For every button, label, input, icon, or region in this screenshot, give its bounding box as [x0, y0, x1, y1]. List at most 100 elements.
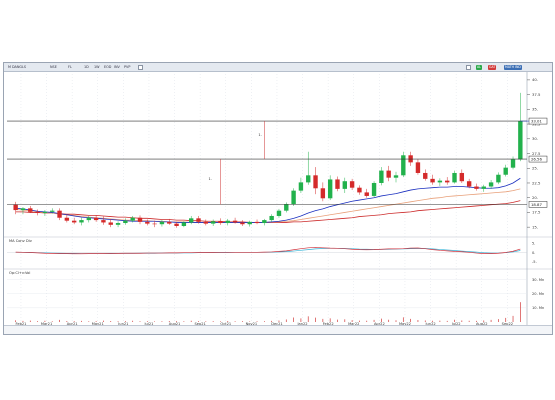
candle-body: [57, 210, 62, 218]
candle-body: [152, 223, 157, 225]
candle-body: [137, 217, 143, 222]
candle-body: [335, 179, 340, 189]
candle-body: [474, 186, 479, 189]
grid-layer: [4, 72, 552, 325]
status-bar: [4, 325, 552, 334]
candle-body: [203, 221, 209, 224]
candle-body: [71, 220, 77, 223]
candles-layer: [13, 92, 523, 228]
ma-long-line: [15, 200, 521, 223]
candle-body: [20, 208, 26, 211]
candle-body: [510, 159, 516, 168]
candle-body: [379, 170, 384, 183]
candle-body: [115, 223, 121, 225]
oscillator-tick-label: -5.: [532, 260, 537, 264]
candle-body: [101, 220, 106, 223]
candle-body: [276, 210, 282, 216]
candle-body: [503, 167, 508, 175]
annotation-label: 1.: [258, 133, 261, 137]
settings-icon[interactable]: [466, 65, 471, 70]
candle-body: [496, 174, 501, 183]
ma-fast-line: [15, 177, 521, 223]
toolbar-opt-1[interactable]: 1D: [84, 63, 89, 72]
volume-tick-label: 10. Mn: [532, 306, 544, 310]
oscillator-main-line: [15, 247, 521, 255]
candle-body: [79, 220, 84, 223]
candle-body: [210, 221, 216, 224]
candle-body: [181, 222, 187, 226]
badge-math-ind[interactable]: MATH IND: [504, 65, 522, 70]
oscillator-tick-label: 5.: [532, 242, 535, 246]
price-tick-label: 25.: [532, 166, 538, 171]
candle-body: [306, 175, 311, 183]
annotation-label: 1.: [208, 177, 211, 181]
badge-al[interactable]: AL: [476, 65, 482, 70]
candle-body: [342, 181, 347, 189]
exchange-label[interactable]: NSE: [50, 63, 57, 72]
candle-body: [284, 204, 289, 211]
ma-slow-line: [15, 188, 521, 223]
toolbar-opt-4[interactable]: INV: [114, 63, 120, 72]
candle-body: [196, 218, 201, 222]
candle-body: [298, 182, 304, 191]
candle-body: [174, 223, 179, 226]
candle-body: [50, 210, 55, 212]
candle-body: [445, 180, 450, 183]
candle-body: [452, 172, 457, 183]
toolbar-opt-5[interactable]: PVP: [124, 63, 130, 72]
moving-averages: [15, 177, 521, 223]
oscillator-tick-label: 0.: [532, 251, 535, 255]
candle-body: [371, 182, 377, 196]
dropdown-icon[interactable]: [138, 65, 143, 70]
candle-body: [28, 208, 33, 212]
candle-body: [13, 204, 18, 211]
candle-body: [327, 179, 333, 199]
candle-body: [488, 182, 494, 187]
candle-body: [123, 220, 128, 224]
candle-body: [254, 221, 260, 224]
level-label: 33.01: [531, 118, 542, 123]
price-tick-label: 37.5: [532, 92, 541, 97]
toolbar-opt-2[interactable]: 1W: [94, 63, 100, 72]
candle-body: [364, 192, 369, 196]
candle-body: [415, 162, 421, 173]
candle-body: [320, 188, 326, 199]
level-label: 26.56: [531, 156, 542, 161]
candle-body: [42, 211, 48, 214]
price-tick-label: 17.5: [532, 210, 541, 215]
price-tick-label: 30.: [532, 136, 538, 141]
candle-body: [145, 221, 150, 224]
badge-gat[interactable]: GAT: [488, 65, 497, 70]
toolbar-opt-3[interactable]: EOD: [104, 63, 111, 72]
candle-body: [167, 221, 172, 224]
volume-panel: Op:Cl+v:Vol 30. Mn 20. Mn 10. Mn: [7, 271, 544, 322]
price-tick-label: 15.: [532, 224, 538, 229]
candle-body: [247, 221, 252, 225]
price-tick-label: 27.5: [532, 151, 541, 156]
candle-body: [269, 215, 274, 221]
candle-body: [349, 181, 355, 188]
level-label: 18.87: [531, 202, 542, 207]
candle-body: [189, 218, 194, 223]
price-chart[interactable]: MA Conv Div 5. 0. -5. Op:Cl+v:Vol 30. Mn 20. …: [4, 72, 552, 325]
volume-tick-label: 20. Mn: [532, 292, 544, 296]
candle-body: [35, 211, 40, 214]
candle-body: [357, 187, 362, 193]
candle-body: [225, 220, 230, 224]
timeframe-label[interactable]: FL: [68, 63, 72, 72]
volume-tick-label: 30. Mn: [532, 278, 544, 282]
candle-body: [240, 222, 245, 225]
candle-body: [481, 186, 486, 189]
candle-body: [108, 222, 113, 225]
symbol-label[interactable]: M DANGLS: [8, 63, 26, 72]
candle-body: [459, 172, 465, 182]
candle-body: [518, 121, 523, 160]
price-tick-label: 20.: [532, 195, 538, 200]
candle-body: [159, 221, 165, 225]
candle-body: [430, 178, 435, 183]
volume-label: Op:Cl+v:Vol: [9, 271, 30, 275]
candle-body: [313, 175, 318, 189]
candle-body: [218, 221, 223, 224]
price-tick-label: 35.: [532, 107, 538, 112]
candle-body: [130, 217, 135, 221]
